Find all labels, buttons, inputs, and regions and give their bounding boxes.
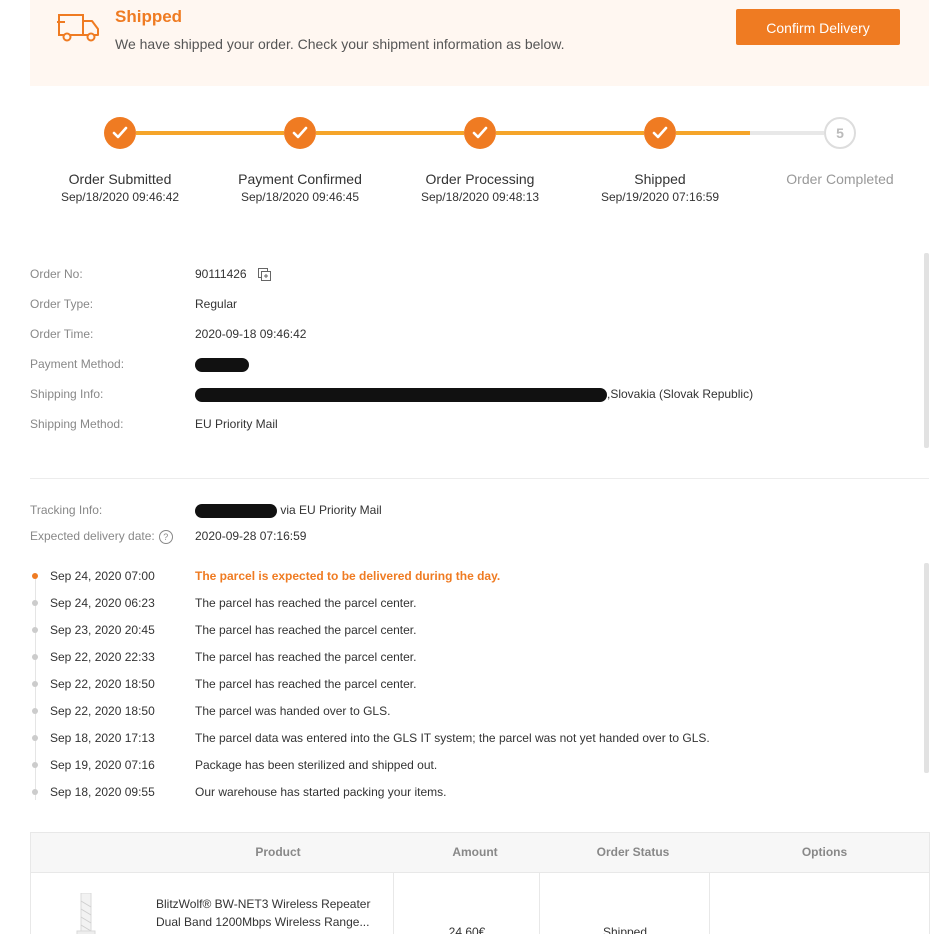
order-time-label: Order Time: — [30, 327, 94, 341]
expected-delivery-label: Expected delivery date:? — [30, 529, 173, 544]
table-header: Product Amount Order Status Options — [31, 833, 929, 873]
shipping-method-value: EU Priority Mail — [195, 417, 278, 431]
step-check-icon — [464, 117, 496, 149]
timeline-dot — [32, 627, 38, 633]
event-date: Sep 23, 2020 20:45 — [50, 623, 155, 637]
product-name-link[interactable]: BlitzWolf® BW-NET3 Wireless Repeater Dua… — [156, 895, 381, 931]
step-number: 5 — [824, 117, 856, 149]
step-date: Sep/18/2020 09:46:45 — [240, 190, 360, 204]
product-amount: 24.60€ — [448, 925, 486, 934]
order-detail-page: Shipped We have shipped your order. Chec… — [0, 0, 935, 934]
confirm-delivery-button[interactable]: Confirm Delivery — [736, 9, 900, 45]
event-message: The parcel has reached the parcel center… — [195, 623, 417, 637]
tracking-carrier: via EU Priority Mail — [277, 503, 382, 517]
order-time-value: 2020-09-18 09:46:42 — [195, 327, 307, 341]
timeline-dot — [32, 654, 38, 660]
tracking-info-value: via EU Priority Mail — [195, 503, 382, 518]
section-divider — [30, 478, 929, 479]
step-label: Order Processing — [425, 171, 535, 187]
product-thumbnail[interactable] — [71, 893, 101, 934]
banner-subtitle: We have shipped your order. Check your s… — [115, 36, 565, 52]
column-header-options: Options — [801, 845, 848, 859]
payment-method-label: Payment Method: — [30, 357, 125, 371]
event-date: Sep 18, 2020 17:13 — [50, 731, 155, 745]
banner-title: Shipped — [115, 7, 183, 26]
event-message: The parcel was handed over to GLS. — [195, 704, 391, 718]
step-check-icon — [104, 117, 136, 149]
order-no-value: 90111426 — [195, 267, 271, 282]
order-no: 90111426 — [195, 267, 247, 281]
event-message: The parcel data was entered into the GLS… — [195, 731, 710, 745]
event-message: The parcel has reached the parcel center… — [195, 677, 417, 691]
event-message: The parcel is expected to be delivered d… — [195, 569, 501, 583]
tracking-info-label: Tracking Info: — [30, 503, 103, 517]
event-message: The parcel has reached the parcel center… — [195, 650, 417, 664]
step-label: Order Completed — [786, 171, 894, 187]
redacted-block — [195, 503, 277, 518]
progress-line — [316, 131, 464, 135]
scrollbar[interactable] — [924, 563, 929, 773]
progress-line — [676, 131, 750, 135]
shipping-method-label: Shipping Method: — [30, 417, 124, 431]
order-no-label: Order No: — [30, 267, 83, 281]
redacted-block — [195, 387, 607, 402]
timeline-dot — [32, 681, 38, 687]
step-check-icon — [644, 117, 676, 149]
progress-line — [750, 131, 824, 135]
truck-icon — [57, 14, 99, 42]
event-message: Package has been sterilized and shipped … — [195, 758, 438, 772]
column-header-amount: Amount — [452, 845, 498, 859]
step-label: Shipped — [634, 171, 686, 187]
timeline-dot — [32, 573, 38, 579]
expected-delivery-text: Expected delivery date: — [30, 529, 155, 543]
shipment-banner: Shipped We have shipped your order. Chec… — [30, 0, 929, 86]
timeline-dot — [32, 708, 38, 714]
step-date: Sep/18/2020 09:46:42 — [60, 190, 180, 204]
order-type-value: Regular — [195, 297, 238, 311]
event-message: The parcel has reached the parcel center… — [195, 596, 417, 610]
step-date: Sep/19/2020 07:16:59 — [600, 190, 720, 204]
order-type-label: Order Type: — [30, 297, 94, 311]
step-date: Sep/18/2020 09:48:13 — [420, 190, 540, 204]
event-date: Sep 18, 2020 09:55 — [50, 785, 155, 799]
progress-line — [136, 131, 284, 135]
event-date: Sep 24, 2020 06:23 — [50, 596, 155, 610]
event-date: Sep 22, 2020 18:50 — [50, 704, 155, 718]
timeline-dot — [32, 600, 38, 606]
scrollbar[interactable] — [924, 253, 929, 448]
progress-line — [496, 131, 644, 135]
timeline-dot — [32, 735, 38, 741]
expected-delivery-value: 2020-09-28 07:16:59 — [195, 529, 307, 543]
column-header-order-status: Order Status — [596, 845, 670, 859]
step-label: Payment Confirmed — [238, 171, 362, 187]
shipping-country: ,Slovakia (Slovak Republic) — [607, 387, 754, 401]
help-icon[interactable]: ? — [158, 529, 173, 544]
shipping-info-label: Shipping Info: — [30, 387, 104, 401]
event-message: Our warehouse has started packing your i… — [195, 785, 447, 799]
product-table: Product Amount Order Status Options Blit… — [30, 832, 930, 934]
product-status: Shipped — [602, 925, 648, 934]
timeline-dot — [32, 762, 38, 768]
payment-method-value — [195, 357, 249, 372]
step-check-icon — [284, 117, 316, 149]
event-date: Sep 24, 2020 07:00 — [50, 569, 155, 583]
event-date: Sep 22, 2020 18:50 — [50, 677, 155, 691]
order-progress: 5 Order Submitted Sep/18/2020 09:46:42 P… — [0, 100, 935, 220]
copy-icon[interactable] — [257, 268, 271, 282]
redacted-block — [195, 357, 249, 372]
timeline-dot — [32, 789, 38, 795]
shipping-info-value: ,Slovakia (Slovak Republic) — [195, 387, 753, 402]
event-date: Sep 19, 2020 07:16 — [50, 758, 155, 772]
step-label: Order Submitted — [68, 171, 172, 187]
event-date: Sep 22, 2020 22:33 — [50, 650, 155, 664]
